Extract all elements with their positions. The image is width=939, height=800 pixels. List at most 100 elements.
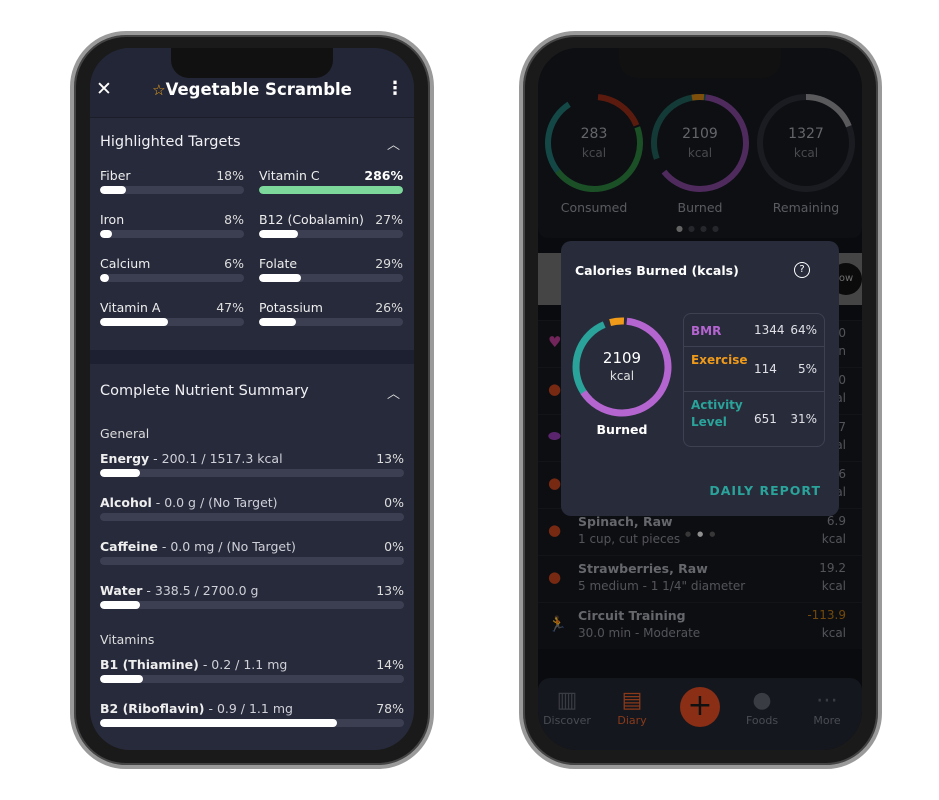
nutrient-row[interactable]: Water - 338.5 / 2700.0 g 13% — [100, 583, 404, 611]
target-vitamin-c[interactable]: Vitamin C 286% — [259, 168, 403, 196]
nutrient-row[interactable]: Caffeine - 0.0 mg / (No Target) 0% — [100, 539, 404, 567]
burned-breakdown-table: BMR 1344 64% Exercise 114 5% Activity Le… — [683, 313, 825, 447]
nutrient-percent: 286% — [364, 168, 403, 183]
nav-label: Discover — [543, 714, 591, 727]
nutrient-detail: - 338.5 / 2700.0 g — [142, 583, 259, 598]
nutrient-percent: 29% — [375, 256, 403, 271]
progress-fill — [259, 274, 301, 282]
breakdown-kcal: 651 — [754, 411, 777, 426]
help-icon[interactable]: ? — [794, 262, 810, 278]
progress-bar — [100, 557, 404, 565]
nutrient-percent: 0% — [384, 539, 404, 554]
nav-discover[interactable]: ▥ Discover — [538, 688, 597, 727]
progress-fill — [259, 230, 298, 238]
progress-fill — [259, 186, 403, 194]
diary-screen: 283 kcal Consumed 2109 kcal Burned 1327 kc… — [538, 48, 862, 750]
food-detail-screen: ✕ ☆Vegetable Scramble ⋮ Highlighted Targ… — [90, 48, 414, 750]
nutrient-percent: 13% — [376, 451, 404, 466]
breakdown-kcal: 114 — [754, 361, 777, 376]
diary-icon: ▤ — [621, 688, 643, 713]
nutrient-name: Calcium — [100, 256, 151, 271]
nutrient-name: Caffeine — [100, 539, 158, 554]
target-fiber[interactable]: Fiber 18% — [100, 168, 244, 196]
nutrient-row[interactable]: Energy - 200.1 / 1517.3 kcal 13% — [100, 451, 404, 479]
more-vertical-icon[interactable]: ⋮ — [386, 78, 404, 99]
nutrient-name: Energy — [100, 451, 150, 466]
nutrient-percent: 47% — [216, 300, 244, 315]
progress-fill — [100, 230, 112, 238]
nutrient-name: B2 (Riboflavin) — [100, 701, 205, 716]
progress-bar — [100, 719, 404, 727]
nav-diary[interactable]: ▤ Diary — [602, 688, 662, 727]
popup-label: Burned — [596, 422, 648, 437]
plus-icon: + — [687, 688, 713, 723]
nutrient-name: Water — [100, 583, 143, 598]
nav-label: More — [813, 714, 841, 727]
progress-fill — [100, 186, 126, 194]
nutrient-detail: - 0.0 g / (No Target) — [151, 495, 278, 510]
nav-more[interactable]: ⋯ More — [797, 688, 857, 727]
target-folate[interactable]: Folate 29% — [259, 256, 403, 284]
breakdown-pct: 31% — [790, 411, 817, 426]
progress-fill — [259, 318, 297, 326]
nav-foods[interactable]: ● Foods — [732, 688, 792, 727]
nutrient-name: Iron — [100, 212, 125, 227]
nav-label: Foods — [745, 714, 779, 727]
apple-icon: ● — [752, 688, 772, 713]
popup-unit: kcal — [609, 369, 635, 383]
nutrient-detail: - 0.2 / 1.1 mg — [198, 657, 288, 672]
progress-bar — [100, 469, 404, 477]
breakdown-row: Exercise 114 5% — [684, 347, 824, 392]
nutrient-detail: - 0.9 / 1.1 mg — [204, 701, 293, 716]
group-label-vitamins: Vitamins — [100, 632, 155, 647]
activity-arc — [572, 317, 672, 417]
target-b12-cobalamin-[interactable]: B12 (Cobalamin) 27% — [259, 212, 403, 240]
nutrient-percent: 14% — [376, 657, 404, 672]
breakdown-pct: 5% — [797, 361, 817, 376]
nutrient-name: Folate — [259, 256, 298, 271]
nutrient-row[interactable]: Alcohol - 0.0 g / (No Target) 0% — [100, 495, 404, 523]
nutrient-detail: - 200.1 / 1517.3 kcal — [149, 451, 283, 466]
highlighted-targets-title: Highlighted Targets — [100, 134, 241, 150]
progress-fill — [100, 318, 168, 326]
nutrient-percent: 6% — [224, 256, 244, 271]
section-divider — [90, 350, 414, 364]
breakdown-name: Activity Level — [691, 398, 743, 429]
nutrient-name: Fiber — [100, 168, 131, 183]
target-potassium[interactable]: Potassium 26% — [259, 300, 403, 328]
star-outline-icon[interactable]: ☆ — [152, 81, 165, 99]
target-vitamin-a[interactable]: Vitamin A 47% — [100, 300, 244, 328]
notch — [171, 48, 333, 78]
progress-fill — [100, 719, 338, 727]
popup-title: Calories Burned (kcals) — [575, 263, 739, 278]
notch — [619, 48, 781, 78]
progress-bar — [100, 601, 404, 609]
target-calcium[interactable]: Calcium 6% — [100, 256, 244, 284]
page-title: ☆Vegetable Scramble — [152, 80, 352, 99]
daily-report-button[interactable]: DAILY REPORT — [709, 483, 821, 498]
calories-burned-popup: Calories Burned (kcals) ? 2109 kcal Burn… — [561, 241, 839, 516]
nutrient-name: B1 (Thiamine) — [100, 657, 199, 672]
nutrient-percent: 13% — [376, 583, 404, 598]
nutrient-row[interactable]: B1 (Thiamine) - 0.2 / 1.1 mg 14% — [100, 657, 404, 685]
nutrient-percent: 18% — [216, 168, 244, 183]
nutrient-percent: 8% — [224, 212, 244, 227]
nutrient-row[interactable]: B2 (Riboflavin) - 0.9 / 1.1 mg 78% — [100, 701, 404, 729]
breakdown-pct: 64% — [790, 322, 817, 337]
add-button[interactable]: + — [680, 687, 720, 727]
group-label-general: General — [100, 426, 150, 441]
progress-bar — [259, 318, 403, 326]
progress-bar — [100, 186, 244, 194]
progress-fill — [100, 675, 143, 683]
exercise-arc — [572, 317, 672, 417]
nutrient-name: Alcohol — [100, 495, 152, 510]
collapse-chevron-icon[interactable]: ︿ — [387, 383, 400, 402]
collapse-chevron-icon[interactable]: ︿ — [387, 134, 400, 153]
burned-donut-chart — [572, 317, 672, 417]
chart-icon: ▥ — [556, 688, 578, 713]
target-iron[interactable]: Iron 8% — [100, 212, 244, 240]
progress-fill — [100, 601, 140, 609]
nutrient-percent: 27% — [375, 212, 403, 227]
nutrient-name: Potassium — [259, 300, 323, 315]
progress-bar — [100, 318, 244, 326]
